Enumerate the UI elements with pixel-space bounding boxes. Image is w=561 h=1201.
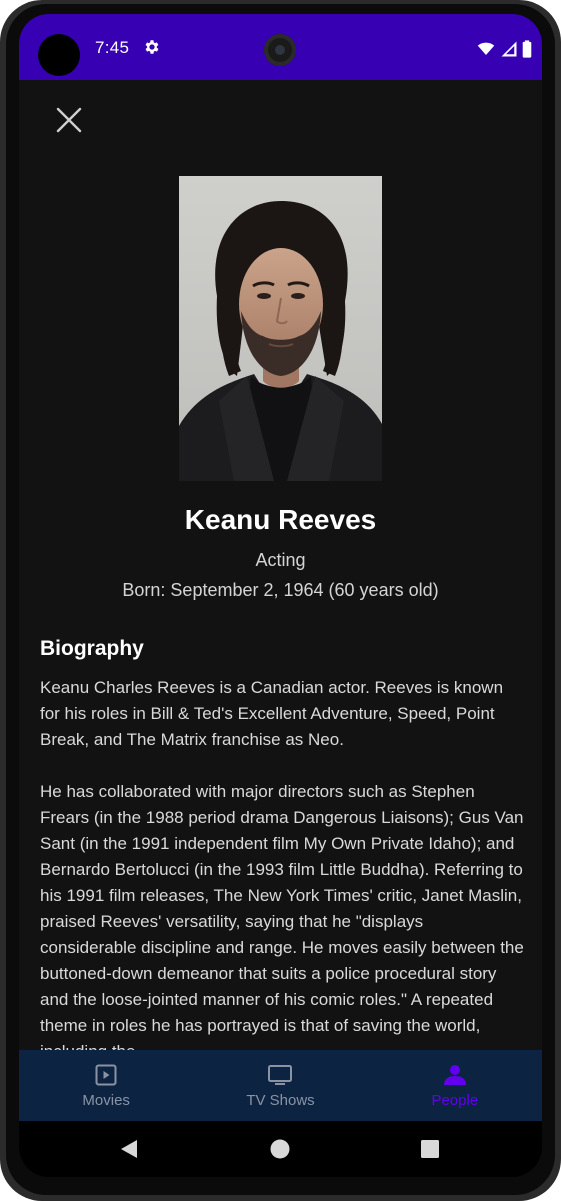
known-for-department: Acting [255,550,306,570]
status-bar: 7:45 [19,14,542,80]
punch-hole [38,34,80,76]
close-icon [56,107,82,133]
status-icons [476,40,532,63]
device-bezel: 7:45 Keanu Reeves Acting Born: September… [6,4,555,1195]
signal-icon [500,40,518,63]
nav-item-tv-shows[interactable]: TV Shows [193,1050,367,1121]
tv-icon [268,1065,293,1085]
back-icon[interactable] [119,1139,139,1164]
person-name: Keanu Reeves [184,504,377,535]
person-icon [443,1065,466,1085]
wifi-icon [476,40,496,63]
device-frame: 7:45 Keanu Reeves Acting Born: September… [0,0,561,1201]
birth-date: Born: September 2, 1964 (60 years old) [122,580,439,600]
settings-icon [143,38,161,56]
recents-icon[interactable] [421,1140,439,1163]
nav-item-people[interactable]: People [368,1050,542,1121]
system-navigation-bar [19,1121,542,1177]
bottom-navigation: Movies TV Shows People [19,1050,542,1121]
close-button[interactable] [53,104,85,136]
app-screen: 7:45 Keanu Reeves Acting Born: September… [19,14,542,1177]
movie-icon [95,1064,117,1086]
profile-portrait-image [179,176,382,481]
front-camera [264,34,296,66]
nav-label-tv-shows: TV Shows [246,1092,315,1109]
home-icon[interactable] [270,1139,290,1164]
status-time: 7:45 [95,38,130,57]
profile-photo [179,176,382,481]
biography-text: Keanu Charles Reeves is a Canadian actor… [40,678,524,1061]
battery-icon [522,40,532,63]
nav-label-movies: Movies [82,1092,130,1109]
nav-item-movies[interactable]: Movies [19,1050,193,1121]
biography-heading: Biography [40,637,144,660]
nav-label-people: People [431,1092,479,1109]
